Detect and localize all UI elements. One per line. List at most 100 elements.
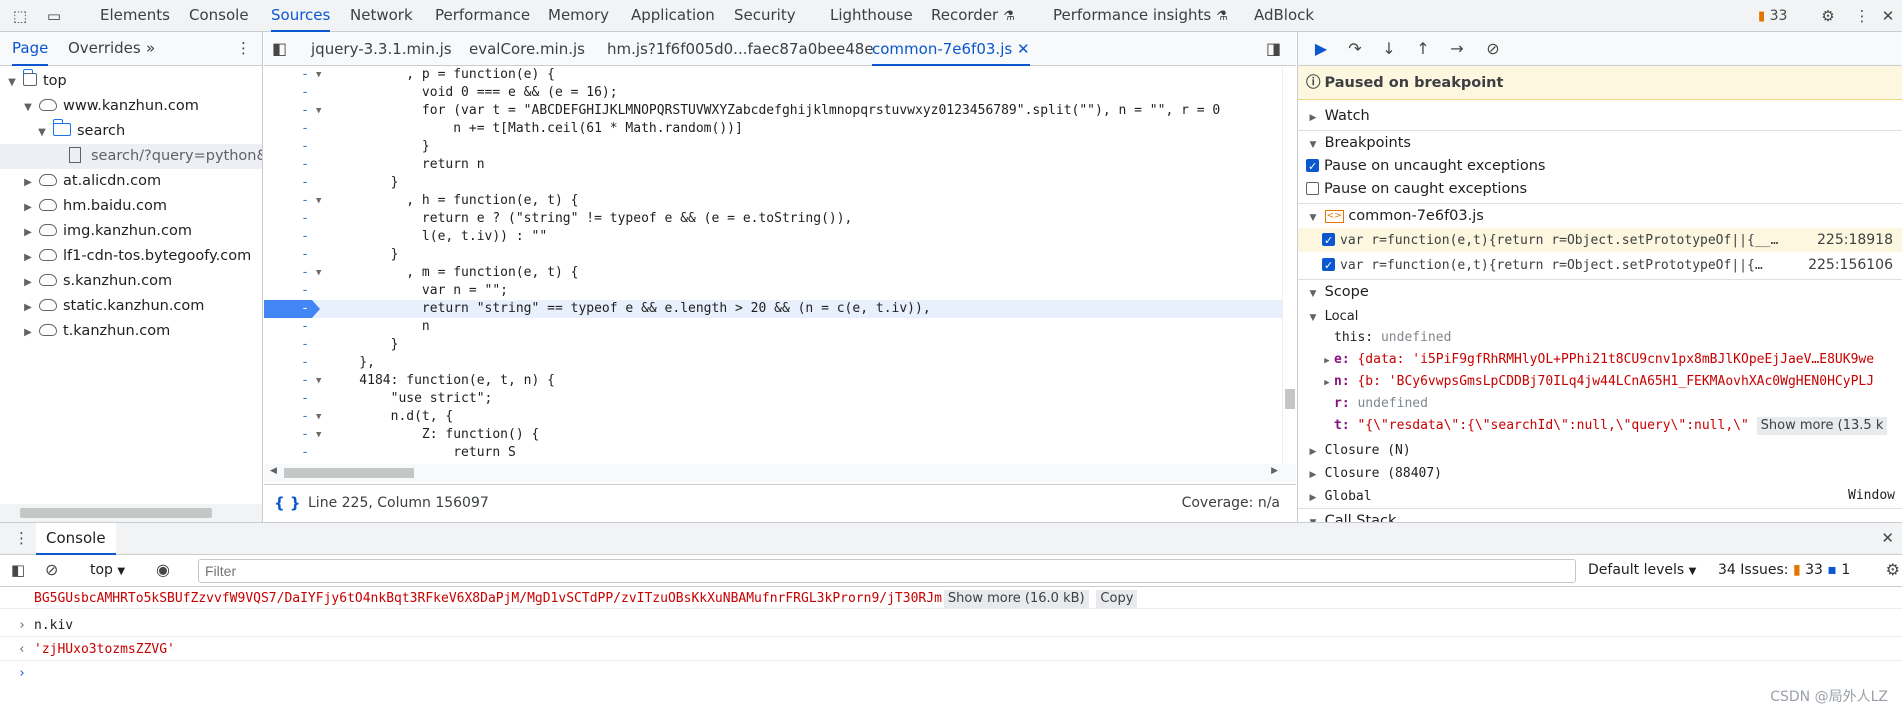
step-out-icon[interactable]: ↑ xyxy=(1412,39,1434,59)
scroll-right-icon[interactable]: ▶ xyxy=(1271,466,1278,476)
copy-button[interactable]: Copy xyxy=(1096,590,1138,608)
scrollbar-thumb[interactable] xyxy=(284,468,414,478)
console-filter-input[interactable] xyxy=(198,559,1576,583)
scope-section-header[interactable]: ▼ Scope xyxy=(1298,279,1902,303)
toggle-navigator-icon[interactable]: ◧ xyxy=(272,32,287,66)
tree-item-top[interactable]: ▼ top xyxy=(0,69,262,94)
tab-performance-insights[interactable]: Performance insights ⚗ xyxy=(1053,0,1228,32)
pause-uncaught-row[interactable]: Pause on uncaught exceptions xyxy=(1298,154,1902,178)
breakpoint-checkbox[interactable] xyxy=(1322,254,1335,277)
console-issues-counter[interactable]: 34 Issues: ▮ 33 ▪ 1 xyxy=(1718,562,1850,578)
fold-icon[interactable]: ▼ xyxy=(316,102,321,120)
navigator-menu-icon[interactable]: ⋮ xyxy=(236,32,251,66)
pretty-print-icon[interactable]: { } xyxy=(274,485,301,521)
step-into-icon[interactable]: ↓ xyxy=(1378,39,1400,59)
close-tab-icon[interactable]: ✕ xyxy=(1017,40,1030,58)
scope-local-header[interactable]: ▼ Local xyxy=(1298,304,1902,328)
context-selector[interactable]: top ▼ xyxy=(90,562,125,578)
device-toolbar-icon[interactable]: ▭ xyxy=(44,6,64,26)
scrollbar-thumb[interactable] xyxy=(20,508,212,518)
console-prompt[interactable]: › xyxy=(0,663,1902,687)
tree-item-domain[interactable]: ▶ at.alicdn.com xyxy=(0,169,262,194)
drawer-tab-console[interactable]: Console xyxy=(36,523,116,555)
fold-icon[interactable]: ▼ xyxy=(316,66,321,84)
tab-application[interactable]: Application xyxy=(631,0,715,32)
pause-uncaught-checkbox[interactable] xyxy=(1306,155,1319,178)
file-tab-jquery[interactable]: jquery-3.3.1.min.js xyxy=(311,32,452,66)
editor-horizontal-scrollbar[interactable]: ◀ ▶ xyxy=(264,464,1296,482)
log-levels-dropdown[interactable]: Default levels ▼ xyxy=(1588,562,1696,578)
scope-global[interactable]: ▶ Global Window xyxy=(1298,484,1902,508)
resume-icon[interactable]: ▶ xyxy=(1310,39,1332,59)
breakpoint-file-header[interactable]: ▼ <> common-7e6f03.js xyxy=(1298,203,1902,227)
tab-security[interactable]: Security xyxy=(734,0,796,32)
more-tabs-chevron-icon[interactable]: » xyxy=(146,32,155,66)
watch-section-header[interactable]: ▶ Watch xyxy=(1298,104,1902,128)
scope-closure-n[interactable]: ▶ Closure (N) xyxy=(1298,438,1902,462)
scope-closure-88407[interactable]: ▶ Closure (88407) xyxy=(1298,461,1902,485)
tree-item-domain[interactable]: ▶ s.kanzhun.com xyxy=(0,269,262,294)
scope-var-t[interactable]: t: "{\"resdata\":{\"searchId\":null,\"qu… xyxy=(1298,414,1902,438)
tab-adblock[interactable]: AdBlock xyxy=(1254,0,1314,32)
scope-var-e[interactable]: ▶ e: {data: 'i5PiF9gfRhRMHlyOL+PPhi21t8CU… xyxy=(1298,348,1902,372)
file-tab-common[interactable]: common-7e6f03.js ✕ xyxy=(872,32,1030,66)
tree-item-search-folder[interactable]: ▼ search xyxy=(0,119,262,144)
tab-recorder[interactable]: Recorder ⚗ xyxy=(931,0,1015,32)
toggle-debugger-icon[interactable]: ◨ xyxy=(1266,32,1281,66)
tab-lighthouse[interactable]: Lighthouse xyxy=(830,0,913,32)
scope-var-r[interactable]: r: undefined xyxy=(1298,392,1902,416)
tab-network[interactable]: Network xyxy=(350,0,413,32)
fold-icon[interactable]: ▼ xyxy=(316,408,321,426)
deactivate-breakpoints-icon[interactable]: ⊘ xyxy=(1482,39,1504,59)
scrollbar-thumb[interactable] xyxy=(1285,389,1295,409)
navigator-horizontal-scrollbar[interactable] xyxy=(0,504,262,522)
tab-memory[interactable]: Memory xyxy=(548,0,609,32)
fold-icon[interactable]: ▼ xyxy=(316,372,321,390)
console-sidebar-icon[interactable]: ◧ xyxy=(11,561,25,579)
show-more-button[interactable]: Show more (16.0 kB) xyxy=(943,590,1089,608)
breakpoints-section-header[interactable]: ▼ Breakpoints xyxy=(1298,130,1902,154)
breakpoint-item[interactable]: var r=function(e,t){return r=Object.setP… xyxy=(1298,253,1902,277)
show-more-button[interactable]: Show more (13.5 k xyxy=(1756,417,1888,435)
step-icon[interactable]: → xyxy=(1446,39,1468,59)
code-lines[interactable]: - ▼ , p = function(e) { - void 0 === e &&… xyxy=(264,66,1296,464)
breakpoint-marker[interactable] xyxy=(264,300,320,318)
pause-caught-row[interactable]: Pause on caught exceptions xyxy=(1298,177,1902,201)
tree-item-domain[interactable]: ▶ img.kanzhun.com xyxy=(0,219,262,244)
console-settings-gear-icon[interactable]: ⚙ xyxy=(1886,560,1900,579)
issues-counter[interactable]: ▮ 33 xyxy=(1758,0,1787,32)
breakpoint-item-active[interactable]: var r=function(e,t){return r=Object.setP… xyxy=(1298,228,1902,252)
scope-var-this[interactable]: this: undefined xyxy=(1298,326,1902,350)
tree-item-search-file[interactable]: search/?query=python&t xyxy=(0,144,262,169)
call-stack-section-header[interactable]: ▼ Call Stack xyxy=(1298,508,1902,522)
fold-icon[interactable]: ▼ xyxy=(316,264,321,282)
tree-item-domain[interactable]: ▶ t.kanzhun.com xyxy=(0,319,262,344)
step-over-icon[interactable]: ↷ xyxy=(1344,39,1366,59)
tab-console[interactable]: Console xyxy=(189,0,249,32)
more-menu-icon[interactable]: ⋮ xyxy=(1852,6,1872,26)
clear-console-icon[interactable]: ⊘ xyxy=(45,560,58,579)
tab-sources[interactable]: Sources xyxy=(271,0,331,32)
tree-item-domain[interactable]: ▶ hm.baidu.com xyxy=(0,194,262,219)
drawer-menu-icon[interactable]: ⋮ xyxy=(14,529,29,547)
tree-item-domain[interactable]: ▶ lf1-cdn-tos.bytegoofy.com xyxy=(0,244,262,269)
settings-gear-icon[interactable]: ⚙ xyxy=(1818,6,1838,26)
live-expression-eye-icon[interactable]: ◉ xyxy=(156,560,170,579)
close-devtools-icon[interactable]: ✕ xyxy=(1878,6,1898,26)
scope-var-n[interactable]: ▶ n: {b: 'BCy6vwpsGmsLpCDDBj70ILq4jw44LCn… xyxy=(1298,370,1902,394)
file-tab-evalcore[interactable]: evalCore.min.js xyxy=(469,32,585,66)
breakpoint-checkbox[interactable] xyxy=(1322,229,1335,252)
tab-overrides[interactable]: Overrides xyxy=(68,32,141,66)
file-tab-hm[interactable]: hm.js?1f6f005d0...faec87a0bee48e xyxy=(607,32,874,66)
inspect-element-icon[interactable]: ⬚ xyxy=(10,6,30,26)
tab-performance[interactable]: Performance xyxy=(435,0,530,32)
tab-page[interactable]: Page xyxy=(12,32,49,66)
fold-icon[interactable]: ▼ xyxy=(316,192,321,210)
scroll-left-icon[interactable]: ◀ xyxy=(270,466,277,476)
pause-caught-checkbox[interactable] xyxy=(1306,181,1319,195)
editor-vertical-scrollbar[interactable] xyxy=(1282,66,1296,464)
fold-icon[interactable]: ▼ xyxy=(316,426,321,444)
tree-item-kanzhun[interactable]: ▼ www.kanzhun.com xyxy=(0,94,262,119)
tree-item-domain[interactable]: ▶ static.kanzhun.com xyxy=(0,294,262,319)
close-drawer-icon[interactable]: ✕ xyxy=(1881,529,1894,547)
